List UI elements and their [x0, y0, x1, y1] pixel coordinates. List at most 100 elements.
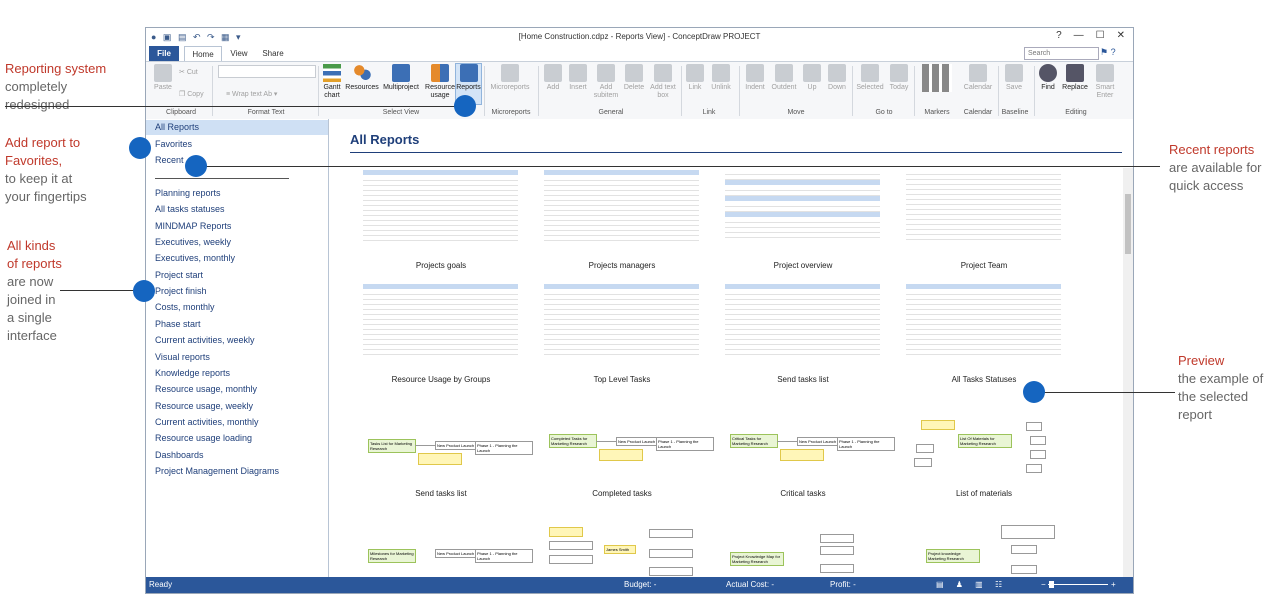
report-thumbnail[interactable] — [906, 170, 1061, 258]
sidebar-report-item[interactable]: MINDMAP Reports — [155, 221, 231, 231]
unlink-icon — [712, 64, 730, 82]
zoom-slider[interactable] — [1048, 584, 1108, 585]
zoom-in-icon[interactable]: + — [1111, 577, 1116, 593]
mindmap-node: New Product Launch — [435, 549, 477, 558]
report-thumbnail[interactable] — [363, 284, 518, 372]
mindmap-thumbnail[interactable]: Milestones for Marketing Research New Pr… — [363, 524, 533, 577]
mindmap-thumbnail[interactable]: Critical Tasks for Marketing Research Ne… — [725, 419, 895, 489]
sidebar-item-favorites[interactable]: Favorites — [155, 139, 192, 149]
report-caption[interactable]: Resource Usage by Groups — [356, 375, 526, 384]
wrap-text-button[interactable]: ≡ Wrap text Ab ▾ — [226, 90, 277, 98]
microreports-button[interactable]: Microreports — [488, 64, 532, 92]
sidebar-report-item[interactable]: Project Management Diagrams — [155, 466, 279, 476]
annotation-dot-reports — [454, 95, 476, 117]
report-caption[interactable]: Send tasks list — [718, 375, 888, 384]
sidebar-report-item[interactable]: Phase start — [155, 319, 201, 329]
report-thumbnail[interactable] — [544, 170, 699, 258]
editing-group-label: Editing — [1065, 109, 1087, 116]
mindmap-node: Phase 1 - Planning the Launch — [837, 437, 895, 451]
sidebar-item-all-reports[interactable]: All Reports — [146, 120, 328, 135]
report-caption[interactable]: Projects managers — [537, 261, 707, 270]
sidebar-report-item[interactable]: Current activities, weekly — [155, 335, 255, 345]
sidebar-report-item[interactable]: Resource usage, monthly — [155, 384, 257, 394]
copy-button[interactable]: ❐ Copy — [179, 90, 204, 98]
resources-button[interactable]: Resources — [345, 64, 379, 92]
view-mode-icons[interactable]: ▤ ♟ ▥ ☷ — [936, 577, 1007, 593]
up-button[interactable]: Up — [801, 64, 823, 92]
report-thumbnail[interactable] — [725, 170, 880, 258]
sidebar-report-item[interactable]: Resource usage, weekly — [155, 401, 253, 411]
calendar-button[interactable]: Calendar — [961, 64, 995, 92]
unlink-button[interactable]: Unlink — [708, 64, 734, 92]
report-thumbnail[interactable] — [544, 284, 699, 372]
report-thumbnail[interactable] — [906, 284, 1061, 372]
link-button[interactable]: Link — [684, 64, 706, 92]
sidebar-report-item[interactable]: Current activities, monthly — [155, 417, 259, 427]
account-help-icons[interactable]: ⚑ ? — [1100, 47, 1116, 58]
mindmap-leaf — [649, 567, 693, 576]
find-button[interactable]: Find — [1036, 64, 1060, 92]
sidebar-report-item[interactable]: Executives, monthly — [155, 253, 235, 263]
replace-button[interactable]: Replace — [1061, 64, 1089, 92]
mindmap-thumbnail[interactable]: Project knowledge Marketing Research — [906, 519, 1076, 577]
sidebar-report-item[interactable]: Visual reports — [155, 352, 210, 362]
sidebar-report-item[interactable]: Costs, monthly — [155, 302, 215, 312]
sidebar-report-item[interactable]: Executives, weekly — [155, 237, 231, 247]
sidebar-report-item[interactable]: Project finish — [155, 286, 207, 296]
mindmap-thumbnail[interactable]: James Smith — [544, 519, 714, 577]
report-caption[interactable]: Send tasks list — [356, 489, 526, 498]
report-caption[interactable]: Projects goals — [356, 261, 526, 270]
status-actual-cost: Actual Cost: - — [726, 580, 775, 589]
paste-button[interactable]: Paste — [152, 64, 174, 92]
save-baseline-button[interactable]: Save — [1002, 64, 1026, 92]
sidebar-report-item[interactable]: Knowledge reports — [155, 368, 230, 378]
report-caption[interactable]: Critical tasks — [718, 489, 888, 498]
mindmap-leaf — [1011, 565, 1037, 574]
report-caption[interactable]: Project Team — [899, 261, 1069, 270]
today-button[interactable]: Today — [886, 64, 912, 92]
scrollbar-thumb[interactable] — [1125, 194, 1131, 254]
outdent-button[interactable]: Outdent — [769, 64, 799, 92]
add-text-box-button[interactable]: Add text box — [648, 64, 678, 100]
selected-button[interactable]: Selected — [855, 64, 885, 92]
search-input[interactable]: Search — [1024, 47, 1099, 60]
report-caption[interactable]: Top Level Tasks — [537, 375, 707, 384]
report-thumbnail[interactable] — [725, 284, 880, 372]
add-subitem-button[interactable]: Add subitem — [592, 64, 620, 100]
multiproject-button[interactable]: Multiproject — [380, 64, 422, 92]
insert-button[interactable]: Insert — [566, 64, 590, 92]
tab-view[interactable]: View — [226, 46, 252, 61]
add-button[interactable]: Add — [542, 64, 564, 92]
sidebar-report-item[interactable]: Planning reports — [155, 188, 221, 198]
zoom-out-icon[interactable]: − — [1041, 577, 1046, 593]
report-thumbnail[interactable] — [363, 170, 518, 258]
markers-button[interactable] — [918, 64, 956, 94]
sidebar-report-item[interactable]: Dashboards — [155, 450, 204, 460]
mindmap-thumbnail[interactable]: Project Knowledge Map for Marketing Rese… — [725, 524, 895, 577]
gantt-chart-button[interactable]: Gantt chart — [320, 64, 344, 100]
report-caption[interactable]: All Tasks Statuses — [899, 375, 1069, 384]
delete-button[interactable]: Delete — [622, 64, 646, 92]
mindmap-thumbnail[interactable]: List Of Materials for Marketing Research — [906, 414, 1076, 484]
sidebar-item-recent[interactable]: Recent — [155, 155, 184, 165]
cut-button[interactable]: ✂ Cut — [179, 68, 198, 76]
sidebar-report-item[interactable]: Resource usage loading — [155, 433, 252, 443]
minimize-icon: — — [1073, 30, 1084, 41]
resource-usage-button[interactable]: Resource usage — [424, 64, 456, 100]
sidebar-report-item[interactable]: Project start — [155, 270, 203, 280]
sidebar-report-item[interactable]: All tasks statuses — [155, 204, 225, 214]
tab-share[interactable]: Share — [258, 46, 288, 61]
tab-file[interactable]: File — [149, 46, 179, 61]
smart-enter-button[interactable]: Smart Enter — [1092, 64, 1118, 100]
zoom-slider-knob[interactable] — [1049, 581, 1054, 588]
report-caption[interactable]: Project overview — [718, 261, 888, 270]
tab-home[interactable]: Home — [184, 46, 222, 62]
mindmap-thumbnail[interactable]: Tasks List for Marketing Research New Pr… — [363, 419, 533, 489]
window-controls[interactable]: ? — ☐ ✕ — [1044, 30, 1125, 41]
mindmap-thumbnail[interactable]: Completed Tasks for Marketing Research N… — [544, 419, 714, 489]
indent-button[interactable]: Indent — [742, 64, 768, 92]
down-button[interactable]: Down — [825, 64, 849, 92]
report-caption[interactable]: List of materials — [899, 489, 1069, 498]
font-select[interactable] — [218, 65, 316, 78]
report-caption[interactable]: Completed tasks — [537, 489, 707, 498]
